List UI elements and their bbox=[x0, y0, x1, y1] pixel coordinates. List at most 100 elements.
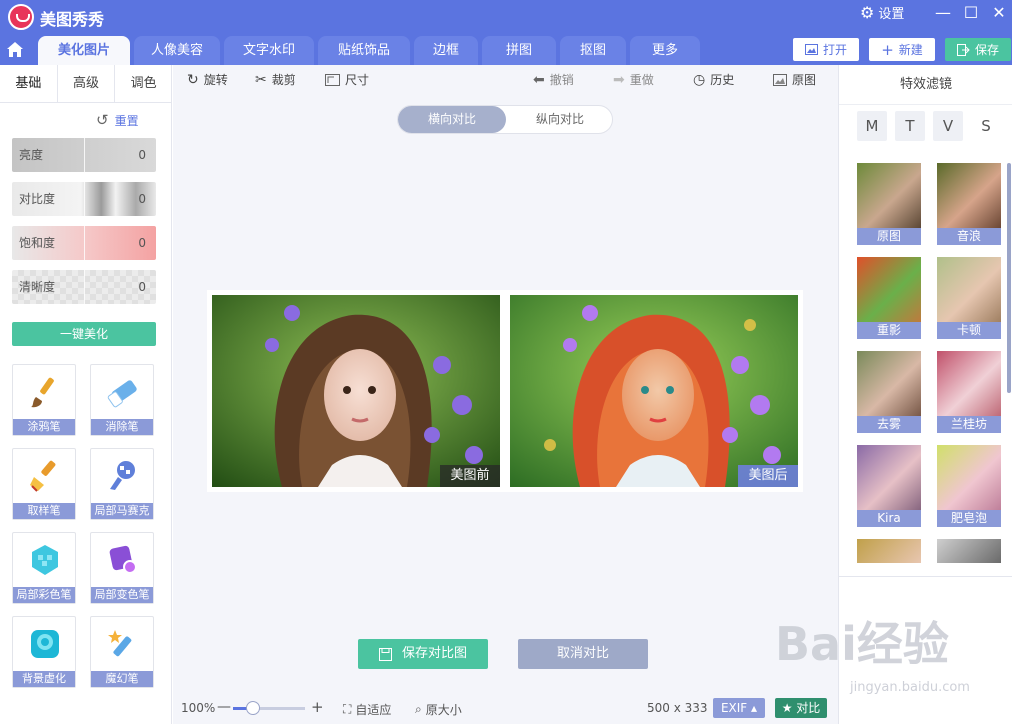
filter-more-2[interactable] bbox=[937, 539, 1001, 563]
edit-toolbar: ↻ 旋转 ✂ 裁剪 尺寸 ⬅ 撤销 ➡ 重做 ◷ 历史 原图 bbox=[173, 65, 838, 95]
brightness-value: 0 bbox=[138, 148, 146, 162]
redo-icon: ➡ bbox=[613, 71, 625, 88]
picture-icon bbox=[773, 73, 787, 86]
sub-tab-basic[interactable]: 基础 bbox=[0, 65, 58, 102]
one-key-beautify-button[interactable]: 一键美化 bbox=[12, 322, 156, 346]
compare-button[interactable]: ★ 对比 bbox=[775, 698, 827, 718]
cancel-compare-button[interactable]: 取消对比 bbox=[518, 639, 648, 669]
redo-button[interactable]: ➡ 重做 bbox=[613, 71, 654, 88]
filter-scrollbar[interactable] bbox=[1007, 163, 1011, 393]
compare-frame: 美图前 美图后 bbox=[207, 290, 803, 492]
settings-button[interactable]: ⚙ 设置 bbox=[860, 3, 904, 22]
tab-beautify[interactable]: 美化图片 bbox=[38, 36, 130, 65]
zoom-slider-handle[interactable] bbox=[246, 701, 260, 715]
tab-text-watermark[interactable]: 文字水印 bbox=[224, 36, 314, 65]
reset-label: 重置 bbox=[114, 113, 139, 128]
image-icon bbox=[804, 44, 818, 55]
tool-mosaic-pen[interactable]: 局部马赛克 bbox=[90, 448, 154, 520]
recolor-pen-icon bbox=[109, 545, 137, 574]
zoom-out-button[interactable]: — bbox=[217, 699, 231, 715]
clock-icon: ◷ bbox=[693, 71, 706, 88]
filter-dehaze[interactable]: 去雾 bbox=[857, 351, 921, 433]
rotate-button[interactable]: ↻ 旋转 bbox=[187, 71, 228, 88]
save-button[interactable]: 保存 bbox=[945, 38, 1011, 61]
tool-label: 局部变色笔 bbox=[91, 587, 153, 603]
reset-button[interactable]: ↺ 重置 bbox=[96, 111, 139, 129]
exif-button[interactable]: EXIF ▴ bbox=[713, 698, 765, 718]
canvas-area: ↻ 旋转 ✂ 裁剪 尺寸 ⬅ 撤销 ➡ 重做 ◷ 历史 原图 横向对比 纵向对比 bbox=[173, 65, 838, 724]
tab-stickers[interactable]: 贴纸饰品 bbox=[318, 36, 410, 65]
filter-category-m[interactable]: M bbox=[857, 111, 887, 141]
size-button[interactable]: 尺寸 bbox=[325, 71, 369, 88]
brightness-slider[interactable]: 亮度 0 bbox=[12, 138, 156, 172]
sharpness-slider[interactable]: 清晰度 0 bbox=[12, 270, 156, 304]
title-bar: 美图秀秀 ⚙ 设置 — ☐ ✕ bbox=[0, 0, 1012, 34]
tool-recolor-pen[interactable]: 局部变色笔 bbox=[90, 532, 154, 604]
scissors-icon: ✂ bbox=[255, 71, 267, 88]
tool-magic-pen[interactable]: 魔幻笔 bbox=[90, 616, 154, 688]
sub-tab-tone[interactable]: 调色 bbox=[115, 65, 172, 102]
tab-frames[interactable]: 边框 bbox=[414, 36, 478, 65]
blur-icon bbox=[31, 630, 59, 658]
maximize-button[interactable]: ☐ bbox=[960, 2, 982, 24]
save-compare-button[interactable]: 保存对比图 bbox=[358, 639, 488, 669]
horizontal-compare-option[interactable]: 横向对比 bbox=[398, 106, 506, 133]
new-button[interactable]: + 新建 bbox=[869, 38, 935, 61]
filter-more-1[interactable] bbox=[857, 539, 921, 563]
filter-original[interactable]: 原图 bbox=[857, 163, 921, 245]
tool-sample-pen[interactable]: 取样笔 bbox=[12, 448, 76, 520]
filter-ghost[interactable]: 重影 bbox=[857, 257, 921, 339]
filter-label: 肥皂泡 bbox=[937, 510, 1001, 527]
filter-kira[interactable]: Kira bbox=[857, 445, 921, 527]
zoom-percent: 100% bbox=[181, 701, 216, 715]
filter-lan-kwai-fong[interactable]: 兰桂坊 bbox=[937, 351, 1001, 433]
filter-category-v[interactable]: V bbox=[933, 111, 963, 141]
zoom-slider[interactable] bbox=[233, 707, 305, 710]
fit-button[interactable]: ⛶ 自适应 bbox=[343, 701, 391, 718]
filter-sound-wave[interactable]: 音浪 bbox=[937, 163, 1001, 245]
sub-tab-advanced[interactable]: 高级 bbox=[58, 65, 116, 102]
tab-cutout[interactable]: 抠图 bbox=[560, 36, 626, 65]
original-size-button[interactable]: ⌕ 原大小 bbox=[415, 701, 462, 718]
contrast-label: 对比度 bbox=[19, 192, 56, 206]
tab-more[interactable]: 更多 bbox=[630, 36, 700, 65]
original-button[interactable]: 原图 bbox=[773, 71, 816, 88]
tool-eraser-pen[interactable]: 消除笔 bbox=[90, 364, 154, 436]
app-logo bbox=[8, 4, 34, 30]
brightness-label: 亮度 bbox=[19, 148, 44, 162]
vertical-compare-option[interactable]: 纵向对比 bbox=[506, 106, 614, 133]
tab-portrait[interactable]: 人像美容 bbox=[134, 36, 220, 65]
compare-label: 对比 bbox=[796, 701, 821, 715]
filter-category-s[interactable]: S bbox=[971, 111, 1001, 141]
rotate-label: 旋转 bbox=[203, 73, 228, 87]
filter-stutter[interactable]: 卡顿 bbox=[937, 257, 1001, 339]
undo-button[interactable]: ⬅ 撤销 bbox=[533, 71, 574, 88]
minimize-button[interactable]: — bbox=[932, 2, 954, 24]
crop-button[interactable]: ✂ 裁剪 bbox=[255, 71, 296, 88]
baidu-watermark: Bai经验 bbox=[775, 617, 949, 671]
before-photo: 美图前 bbox=[212, 295, 500, 487]
save-label: 保存 bbox=[974, 43, 999, 57]
filter-category-t[interactable]: T bbox=[895, 111, 925, 141]
sharpness-value: 0 bbox=[138, 280, 146, 294]
saturation-slider[interactable]: 饱和度 0 bbox=[12, 226, 156, 260]
contrast-slider[interactable]: 对比度 0 bbox=[12, 182, 156, 216]
filter-soap-bubble[interactable]: 肥皂泡 bbox=[937, 445, 1001, 527]
reset-icon: ↺ bbox=[96, 111, 109, 129]
history-button[interactable]: ◷ 历史 bbox=[693, 71, 734, 88]
open-button[interactable]: 打开 bbox=[793, 38, 859, 61]
size-label: 尺寸 bbox=[345, 73, 370, 87]
tool-color-pen[interactable]: 局部彩色笔 bbox=[12, 532, 76, 604]
rotate-icon: ↻ bbox=[187, 71, 199, 88]
zoom-in-button[interactable]: + bbox=[311, 698, 324, 716]
tool-background-blur[interactable]: 背景虚化 bbox=[12, 616, 76, 688]
tool-doodle-pen[interactable]: 涂鸦笔 bbox=[12, 364, 76, 436]
close-button[interactable]: ✕ bbox=[988, 2, 1010, 24]
tab-collage[interactable]: 拼图 bbox=[482, 36, 556, 65]
baidu-watermark-url: jingyan.baidu.com bbox=[850, 680, 970, 695]
fit-label: 自适应 bbox=[355, 703, 392, 717]
new-label: 新建 bbox=[898, 43, 923, 57]
sharpness-label: 清晰度 bbox=[19, 280, 56, 294]
original-label: 原图 bbox=[792, 73, 817, 87]
home-button[interactable] bbox=[0, 34, 30, 65]
